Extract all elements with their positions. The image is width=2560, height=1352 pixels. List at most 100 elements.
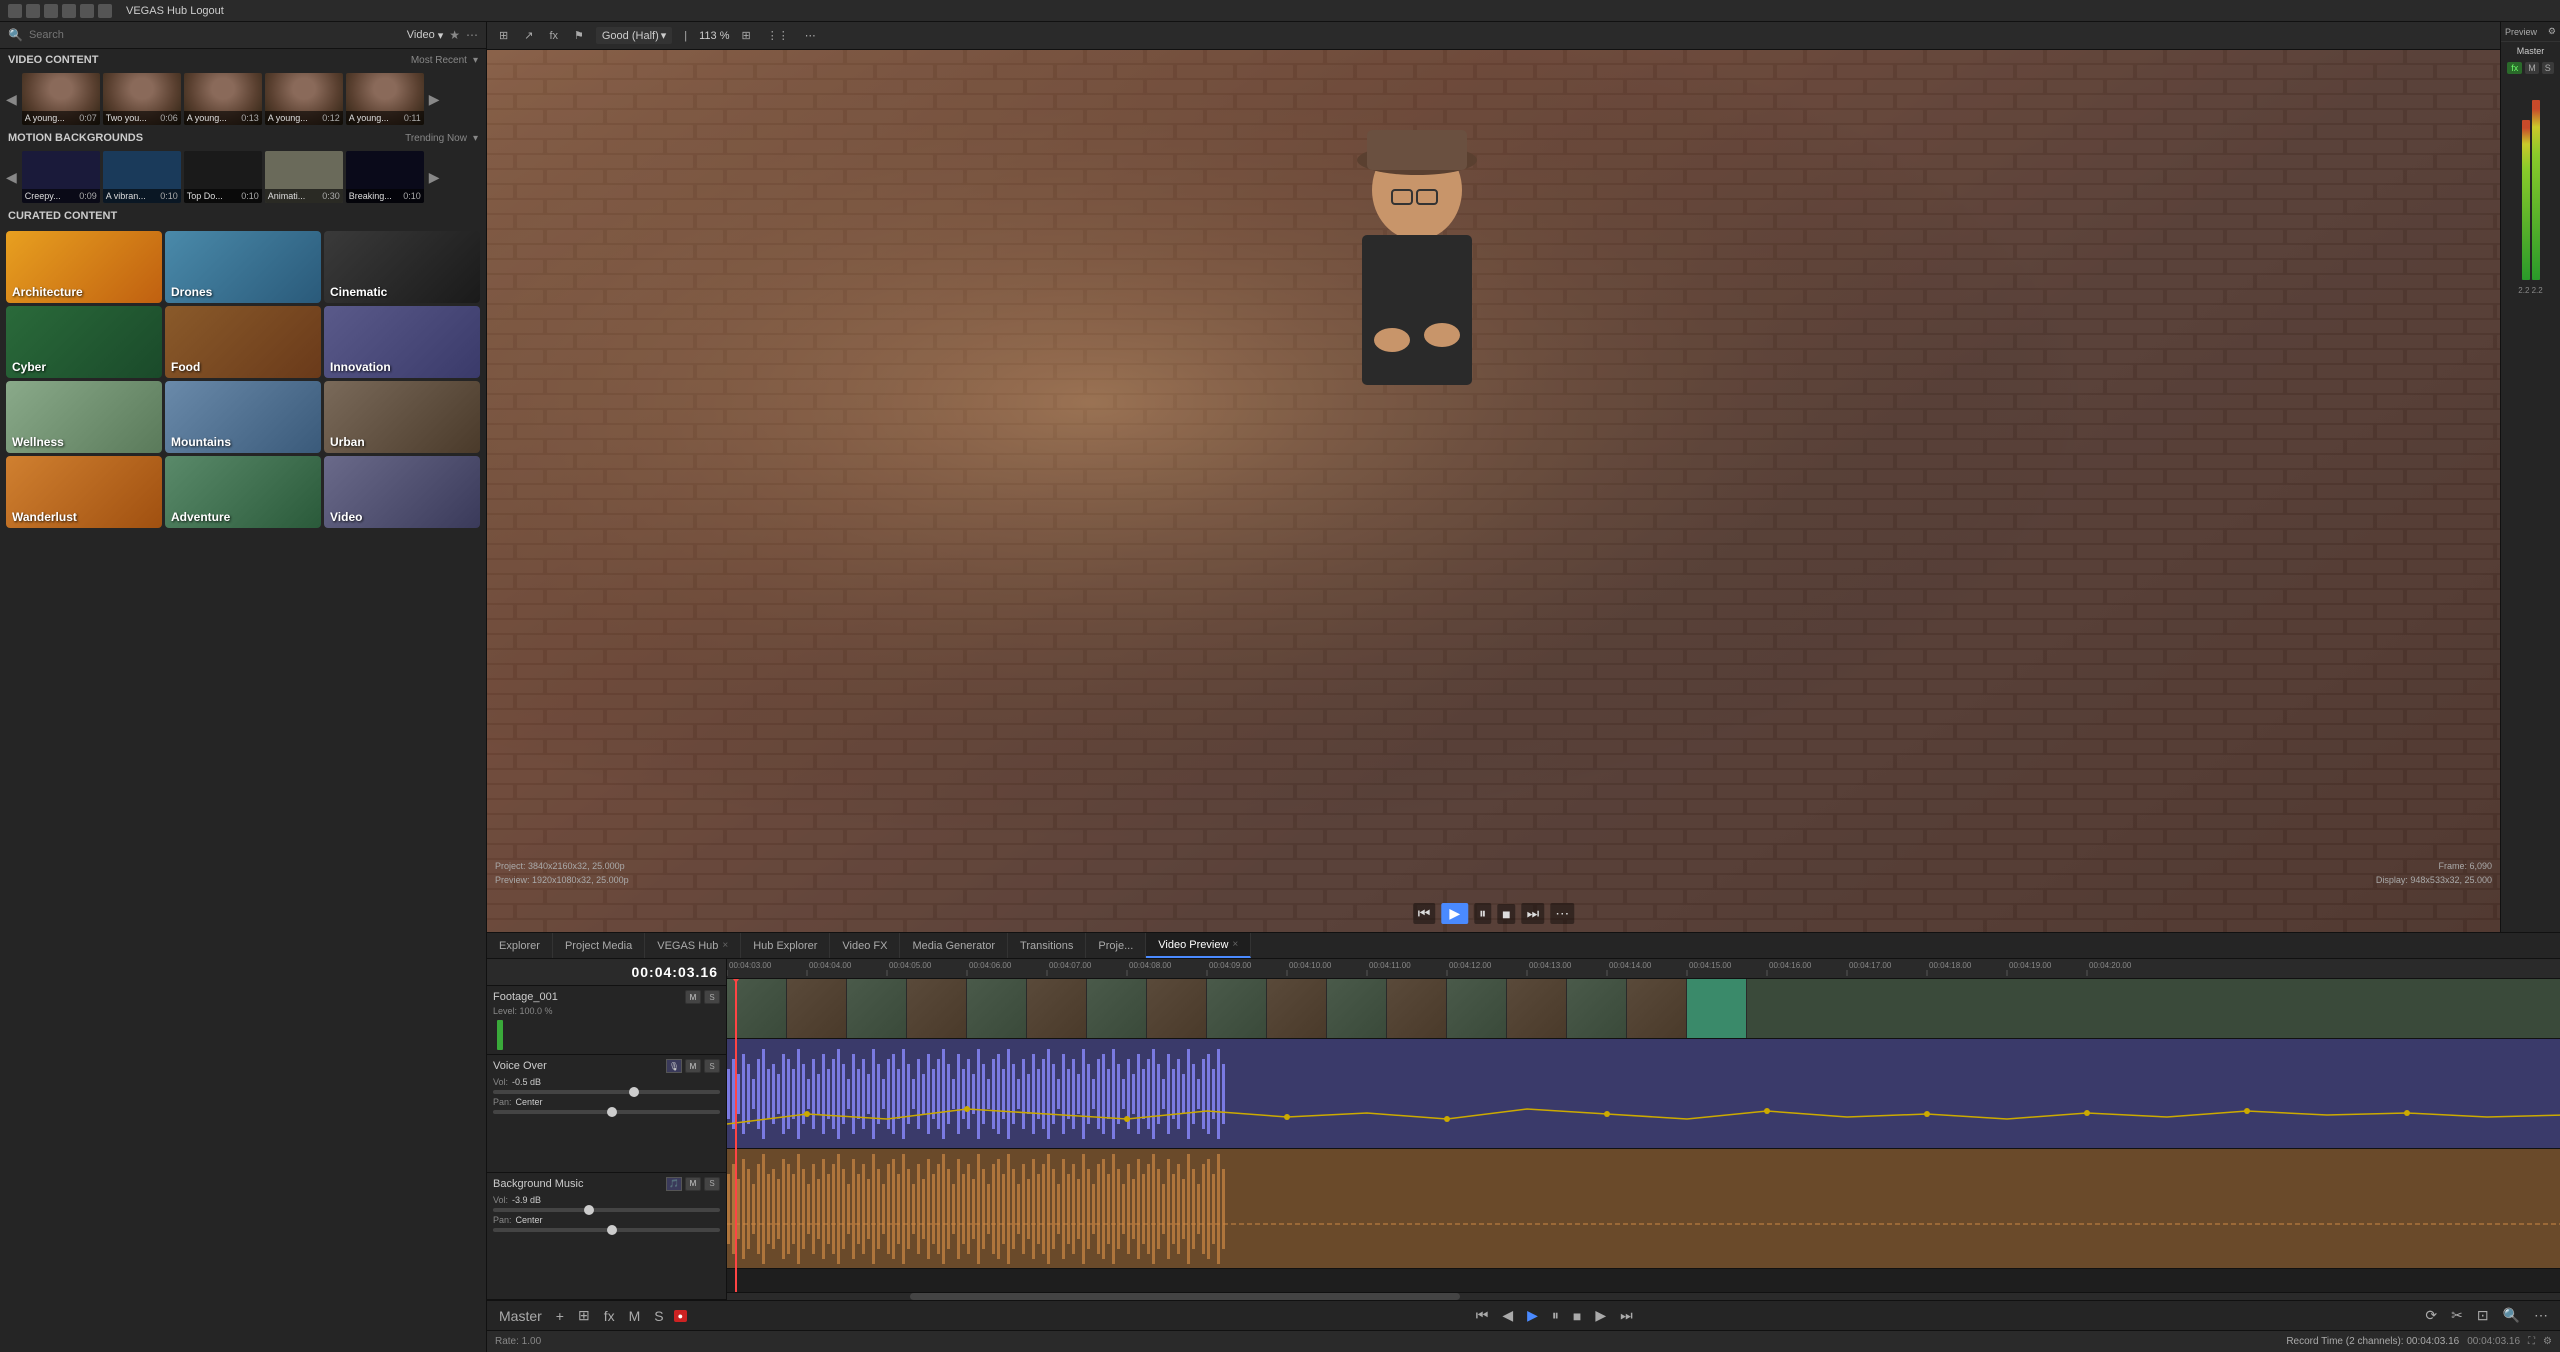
track-footage-m-btn[interactable]: M	[685, 990, 701, 1004]
track-bg-pan-slider[interactable]	[493, 1228, 720, 1232]
stop-btn[interactable]: ■	[1569, 1306, 1585, 1326]
record-btn[interactable]: ●	[674, 1310, 687, 1322]
preview-pause-btn[interactable]: ⏸	[1474, 903, 1491, 924]
audio-voiceover-track[interactable]	[727, 1039, 2560, 1149]
track-bg-icon[interactable]: 🎵	[666, 1177, 682, 1191]
rewind-btn[interactable]: ⏮	[1472, 1305, 1493, 1326]
track-vo-vol-slider[interactable]	[493, 1090, 720, 1094]
track-footage-s-btn[interactable]: S	[704, 990, 720, 1004]
video-content-dropdown[interactable]: Video ▾	[407, 29, 443, 42]
curated-item-cyber[interactable]: Cyber	[6, 306, 162, 378]
preview-stop-btn[interactable]: ■	[1497, 904, 1515, 924]
transport-snap-icon[interactable]: ⊞	[574, 1305, 594, 1326]
curated-item-urban[interactable]: Urban	[324, 381, 480, 453]
motion-thumb-3[interactable]: Top Do...0:10	[184, 151, 262, 203]
tab-video-preview-close[interactable]: ×	[1232, 939, 1238, 950]
track-vo-pan-slider[interactable]	[493, 1110, 720, 1114]
video-thumb-2[interactable]: Two you...0:06	[103, 73, 181, 125]
video-content-sort[interactable]: Most Recent ▾	[411, 55, 478, 66]
playhead[interactable]	[735, 979, 737, 1292]
star-icon[interactable]: ★	[449, 28, 460, 42]
transport-add-icon[interactable]: +	[552, 1306, 568, 1326]
loop-btn[interactable]: ⟳	[2421, 1305, 2441, 1326]
edit-btn[interactable]: ✂	[2447, 1305, 2467, 1326]
fx-icon[interactable]: fx	[545, 28, 562, 44]
grid-icon[interactable]: ⋮⋮	[763, 27, 793, 44]
quality-dropdown[interactable]: Good (Half) ▾	[596, 27, 672, 44]
track-bg-s-btn[interactable]: S	[704, 1177, 720, 1191]
tab-project-media[interactable]: Project Media	[553, 933, 645, 958]
video-thumb-1[interactable]: A young...0:07	[22, 73, 100, 125]
curated-item-wanderlust[interactable]: Wanderlust	[6, 456, 162, 528]
transport-fx-icon[interactable]: fx	[600, 1306, 619, 1326]
curated-item-food[interactable]: Food	[165, 306, 321, 378]
new-icon[interactable]	[26, 4, 40, 18]
curated-item-wellness[interactable]: Wellness	[6, 381, 162, 453]
ff-btn[interactable]: ⏭	[1616, 1305, 1637, 1326]
track-vo-s-btn[interactable]: S	[704, 1059, 720, 1073]
curated-item-drones[interactable]: Drones	[165, 231, 321, 303]
cursor-icon[interactable]: ↗	[520, 27, 537, 44]
script-icon[interactable]: ⚑	[570, 27, 588, 44]
curated-item-architecture[interactable]: Architecture	[6, 231, 162, 303]
curated-item-adventure[interactable]: Adventure	[165, 456, 321, 528]
motion-thumb-1[interactable]: Creepy...0:09	[22, 151, 100, 203]
pause-btn[interactable]: ⏸	[1548, 1305, 1563, 1326]
fx-button[interactable]: fx	[2507, 62, 2522, 74]
curated-item-video[interactable]: Video	[324, 456, 480, 528]
fullscreen-icon[interactable]: ⛶	[2528, 1336, 2535, 1347]
snap-icon[interactable]: ⊞	[495, 27, 512, 44]
motion-thumb-4[interactable]: Animati...0:30	[265, 151, 343, 203]
menu-icon[interactable]	[8, 4, 22, 18]
tab-media-generator[interactable]: Media Generator	[900, 933, 1008, 958]
s-button[interactable]: S	[2542, 62, 2554, 74]
zoom-icon[interactable]: ⊞	[738, 27, 755, 44]
preview-play-btn[interactable]: ▶	[1441, 903, 1468, 924]
transport-m-icon[interactable]: M	[625, 1306, 645, 1326]
redo-icon[interactable]	[98, 4, 112, 18]
thumb-prev-icon[interactable]: ◀	[4, 91, 19, 108]
video-thumb-3[interactable]: A young...0:13	[184, 73, 262, 125]
select-btn[interactable]: ⊡	[2473, 1305, 2493, 1326]
preview-more-btn[interactable]: ⋯	[1550, 903, 1574, 924]
track-vo-m-btn[interactable]: M	[685, 1059, 701, 1073]
search-input[interactable]	[29, 29, 401, 41]
motion-bg-sort[interactable]: Trending Now ▾	[405, 133, 478, 144]
preview-next-btn[interactable]: ⏭	[1522, 903, 1545, 924]
tab-video-fx[interactable]: Video FX	[830, 933, 900, 958]
tab-transitions[interactable]: Transitions	[1008, 933, 1086, 958]
more-btns[interactable]: ⋯	[2530, 1305, 2552, 1326]
play-btn[interactable]: ▶	[1523, 1305, 1542, 1326]
timeline-scrollbar[interactable]	[727, 1292, 2560, 1300]
thumb-next-icon[interactable]: ▶	[427, 91, 442, 108]
motion-thumb-2[interactable]: A vibran...0:10	[103, 151, 181, 203]
more-options-icon[interactable]: ⋯	[466, 28, 478, 42]
motion-thumb-next-icon[interactable]: ▶	[427, 169, 442, 186]
undo-icon[interactable]	[80, 4, 94, 18]
track-bg-vol-slider[interactable]	[493, 1208, 720, 1212]
tab-proje[interactable]: Proje...	[1086, 933, 1146, 958]
transport-s-icon[interactable]: S	[650, 1306, 667, 1326]
save-icon[interactable]	[62, 4, 76, 18]
motion-thumb-5[interactable]: Breaking...0:10	[346, 151, 424, 203]
more-preview-icon[interactable]: ⋯	[801, 27, 820, 44]
tab-video-preview[interactable]: Video Preview ×	[1146, 933, 1251, 958]
preview-prev-btn[interactable]: ⏮	[1413, 903, 1436, 924]
settings-icon[interactable]: ⚙	[2548, 26, 2556, 37]
tab-explorer[interactable]: Explorer	[487, 933, 553, 958]
motion-thumb-prev-icon[interactable]: ◀	[4, 169, 19, 186]
open-icon[interactable]	[44, 4, 58, 18]
curated-item-cinematic[interactable]: Cinematic	[324, 231, 480, 303]
timeline-scrollbar-thumb[interactable]	[910, 1293, 1460, 1300]
audio-bgmusic-track[interactable]	[727, 1149, 2560, 1269]
curated-item-mountains[interactable]: Mountains	[165, 381, 321, 453]
zoom-in-btn[interactable]: 🔍	[2499, 1305, 2524, 1326]
m-button[interactable]: M	[2525, 62, 2539, 74]
curated-item-innovation[interactable]: Innovation	[324, 306, 480, 378]
prev-frame-btn[interactable]: ◀	[1498, 1305, 1517, 1326]
track-vo-icon[interactable]: 🎙	[666, 1059, 682, 1073]
next-frame-btn[interactable]: ▶	[1591, 1305, 1610, 1326]
video-thumb-4[interactable]: A young...0:12	[265, 73, 343, 125]
track-bg-m-btn[interactable]: M	[685, 1177, 701, 1191]
tab-vegas-hub-close[interactable]: ×	[722, 940, 728, 951]
